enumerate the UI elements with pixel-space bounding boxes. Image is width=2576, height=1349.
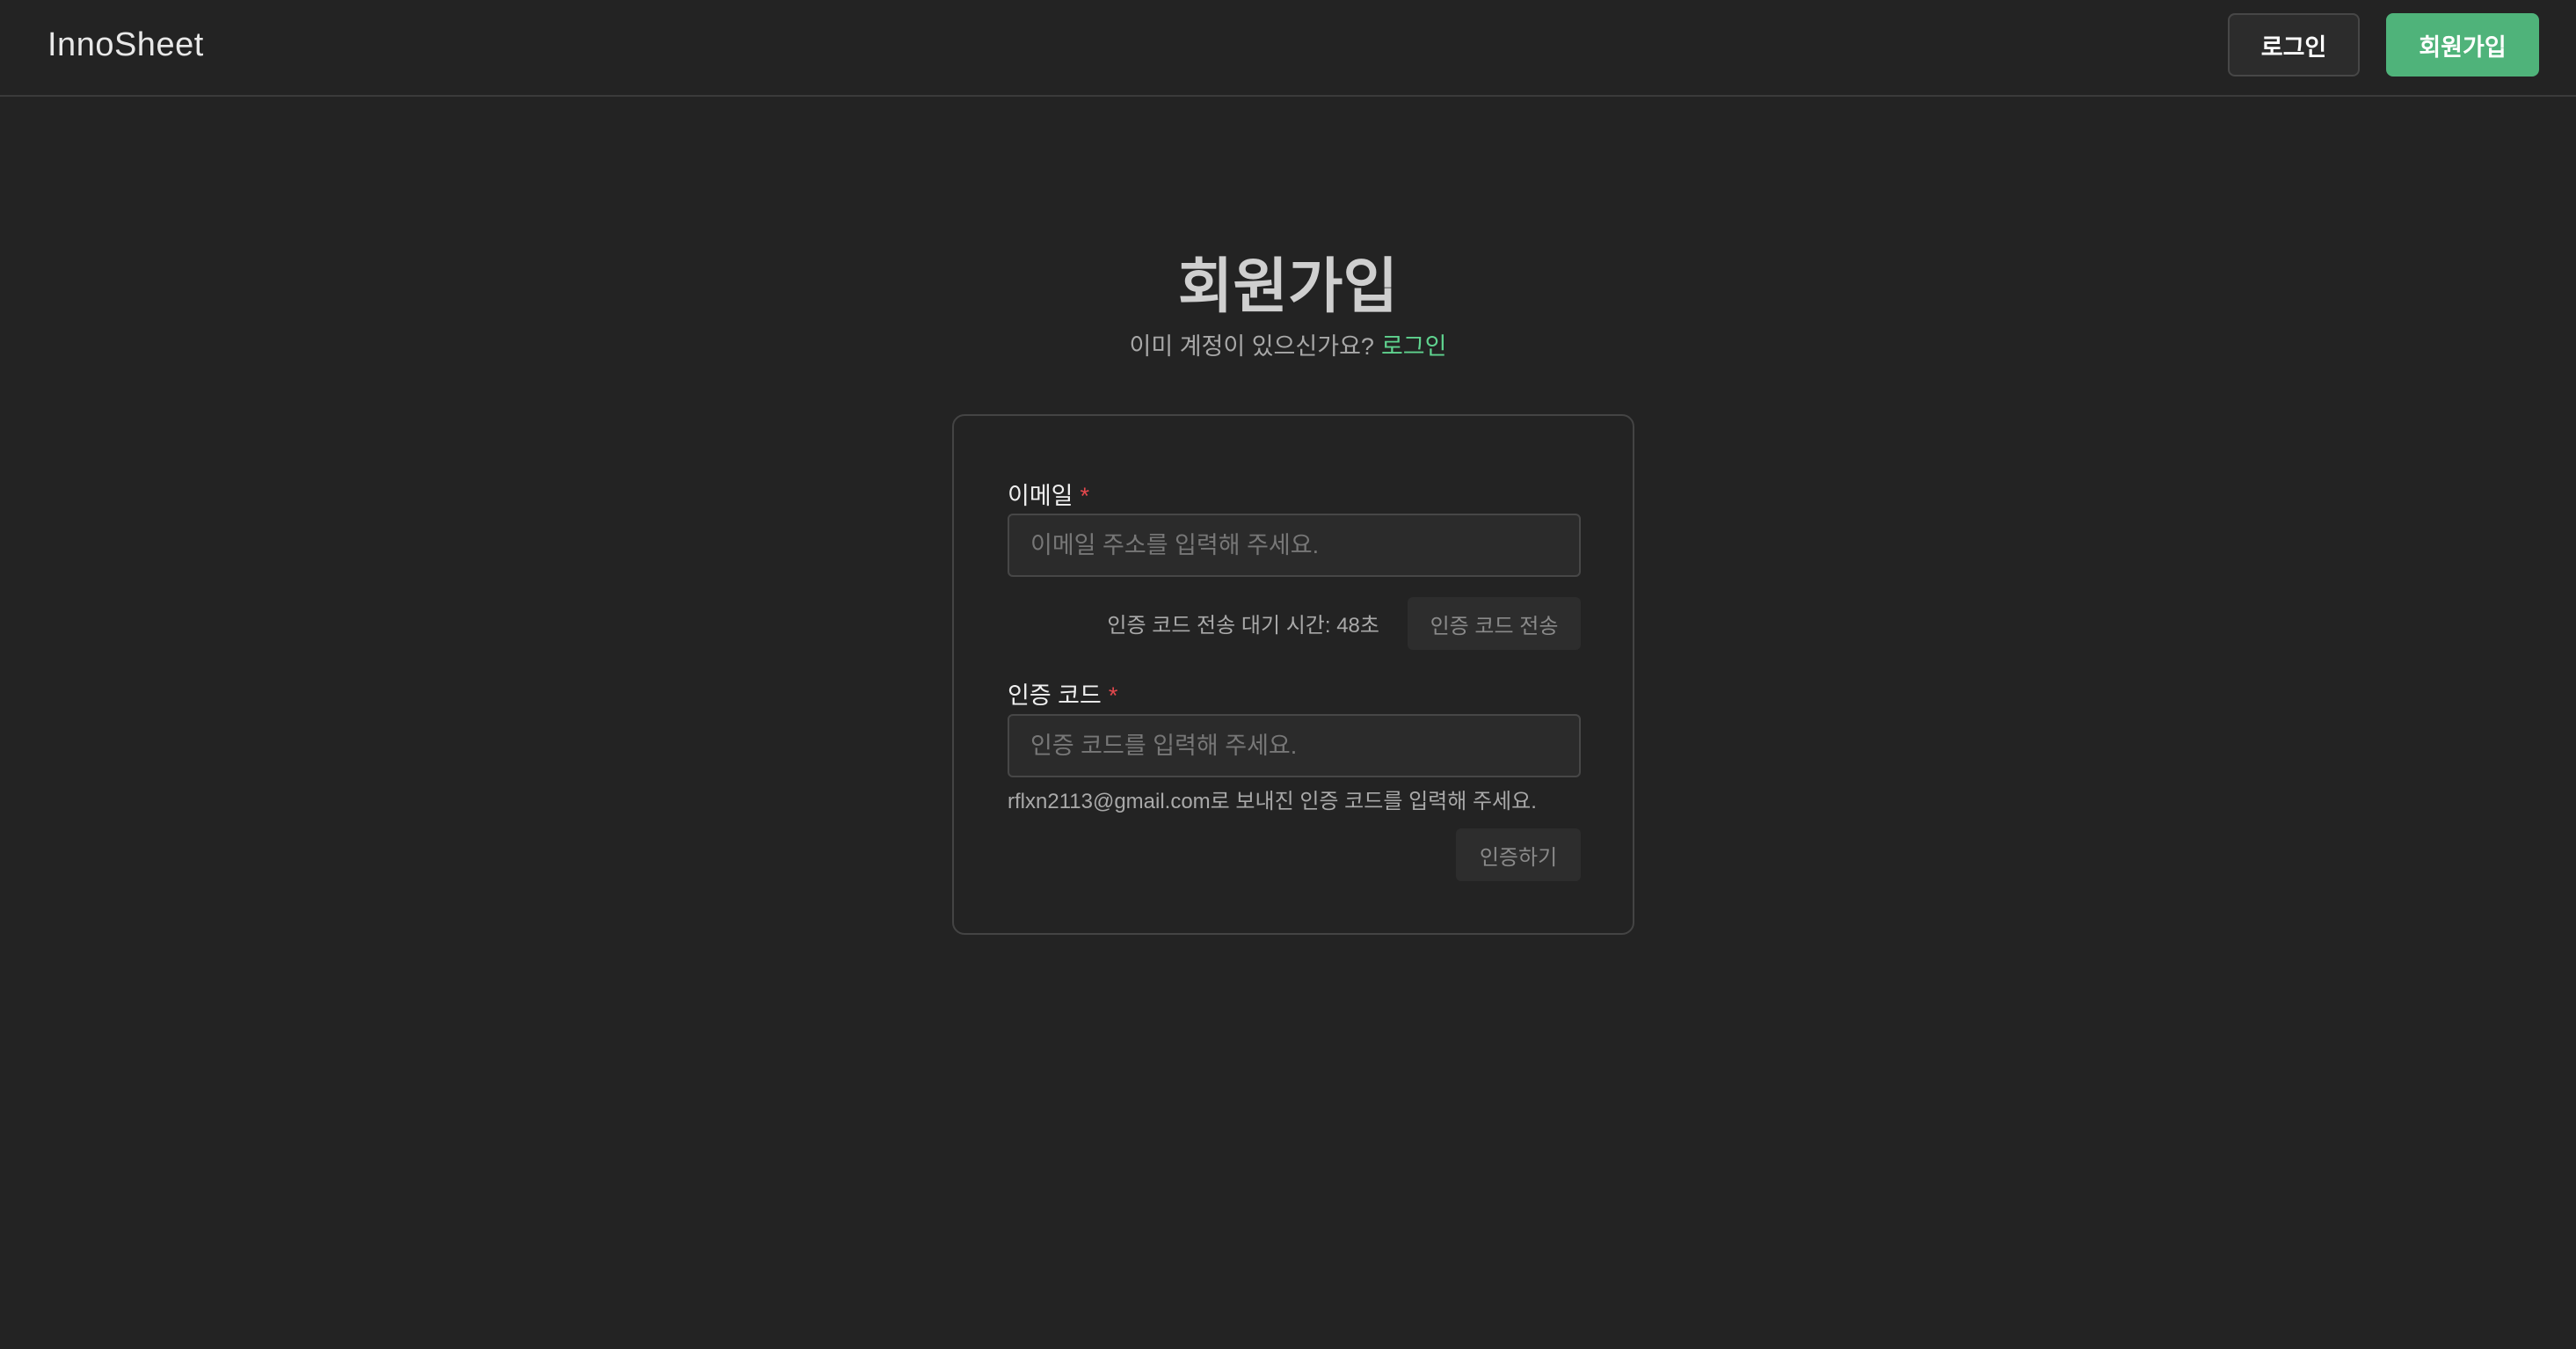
code-sent-hint: rflxn2113@gmail.com로 보내진 인증 코드를 입력해 주세요. (1008, 790, 1537, 813)
email-input[interactable] (1008, 514, 1581, 577)
send-code-button[interactable]: 인증 코드 전송 (1408, 597, 1581, 650)
required-asterisk: * (1108, 682, 1118, 709)
required-asterisk: * (1080, 483, 1090, 509)
code-label: 인증 코드 * (1008, 676, 1117, 711)
verify-button[interactable]: 인증하기 (1456, 828, 1581, 881)
verification-code-input[interactable] (1008, 714, 1581, 777)
header-login-button[interactable]: 로그인 (2228, 13, 2360, 77)
brand-logo-text[interactable]: InnoSheet (47, 26, 204, 64)
page-title: 회원가입 (1177, 253, 1399, 320)
email-label-text: 이메일 (1008, 483, 1073, 509)
signup-form-card: 이메일* 인증 코드 전송 대기 시간: 48초 인증 코드 전송 인증 코드*… (952, 414, 1634, 935)
header-signup-button[interactable]: 회원가입 (2386, 13, 2539, 77)
login-prompt: 이미 계정이 있으신가요? 로그인 (0, 327, 2576, 361)
top-nav-bar: InnoSheet 로그인 회원가입 (0, 0, 2576, 97)
email-label: 이메일 * (1008, 477, 1089, 511)
code-label-text: 인증 코드 (1008, 682, 1102, 709)
resend-timer-text: 인증 코드 전송 대기 시간: 48초 (1107, 614, 1379, 638)
login-link[interactable]: 로그인 (1381, 333, 1447, 360)
login-prompt-text: 이미 계정이 있으신가요? (1129, 333, 1374, 360)
